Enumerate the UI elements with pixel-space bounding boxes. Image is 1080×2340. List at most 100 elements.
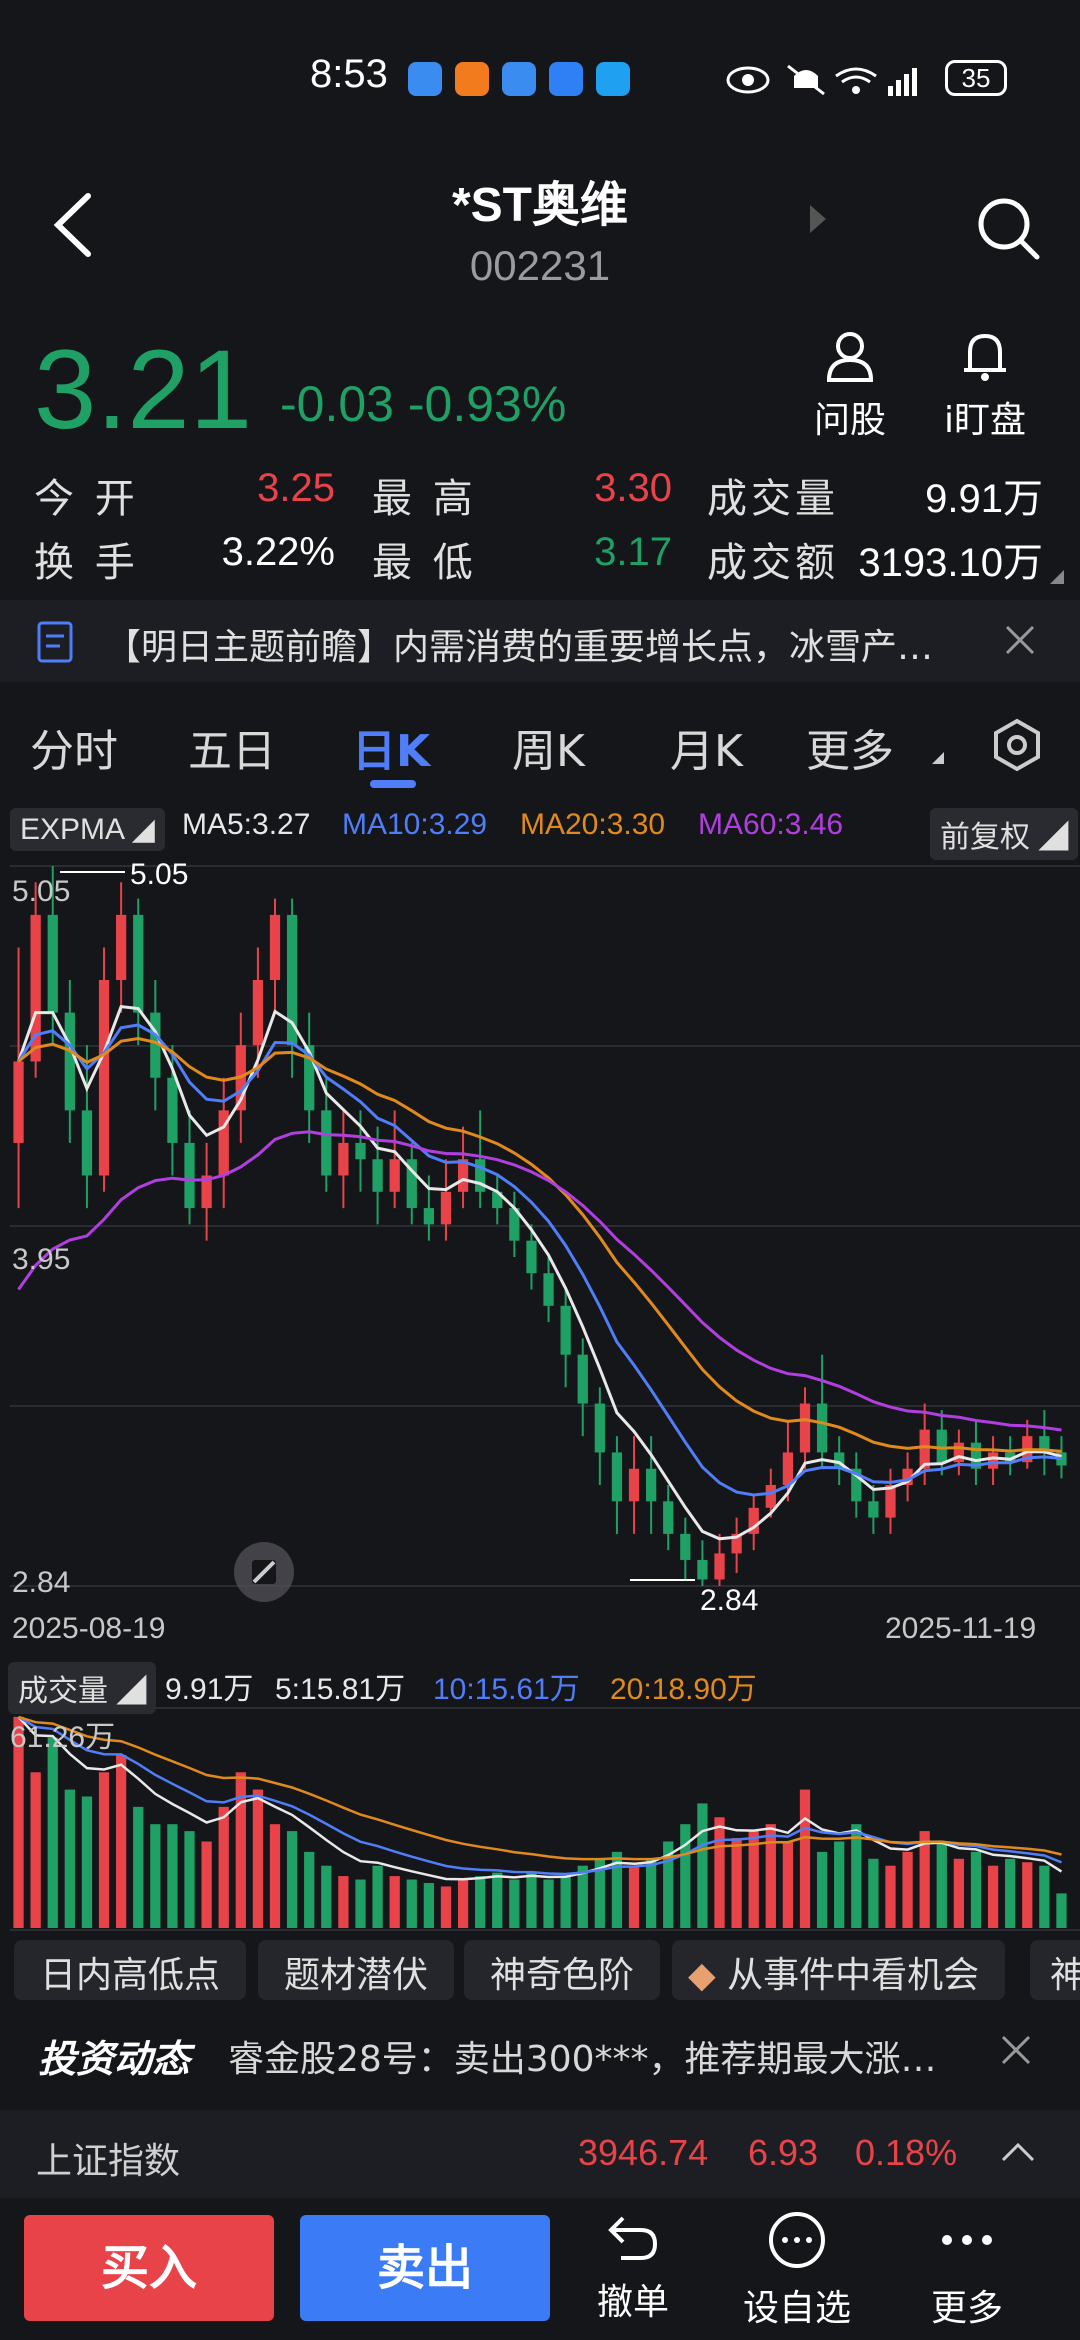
candle-body — [321, 1110, 332, 1176]
tab-five-day[interactable]: 五日 — [188, 715, 276, 779]
volume-chart[interactable] — [0, 1706, 1080, 1934]
volume-bar — [30, 1772, 41, 1928]
cloud-icon — [549, 62, 583, 96]
candle-body — [799, 1403, 811, 1453]
volume-bar — [98, 1772, 110, 1928]
volume-label: 成交量 — [707, 476, 839, 522]
min-marker: 2.84 — [700, 1584, 759, 1617]
search-app-icon — [596, 62, 630, 96]
volume-bar — [902, 1851, 913, 1928]
volume-bar — [201, 1841, 212, 1928]
volume-current: 9.91万 — [165, 1673, 254, 1706]
volume-bar — [167, 1824, 178, 1928]
chevron-up-icon[interactable] — [1000, 2140, 1036, 2164]
candle-body — [98, 980, 110, 1176]
back-icon[interactable] — [50, 190, 96, 260]
draw-tool-icon[interactable] — [232, 1540, 296, 1604]
more-label: 更多 — [930, 2288, 1003, 2329]
document-icon — [37, 621, 73, 663]
tab-more[interactable]: 更多 — [806, 715, 894, 779]
turnover-label: 换 手 — [34, 540, 139, 586]
volume-bar — [47, 1737, 58, 1928]
search-icon[interactable] — [975, 195, 1041, 261]
tab-daily-k[interactable]: 日K — [352, 715, 430, 779]
volume-bar — [423, 1883, 434, 1928]
volume-bar — [885, 1865, 896, 1928]
tab-intraday[interactable]: 分时 — [30, 715, 118, 779]
candle-body — [868, 1501, 879, 1518]
tab-weekly-k[interactable]: 周K — [512, 715, 585, 779]
y-axis-mid: 3.95 — [12, 1243, 71, 1276]
main-indicator-select[interactable]: EXPMA ◢ — [10, 808, 165, 851]
ask-stock-label: 问股 — [813, 400, 886, 441]
candle-body — [663, 1501, 674, 1534]
undo-icon — [608, 2216, 658, 2260]
date-start: 2025-08-19 — [12, 1612, 166, 1645]
close-feed-icon[interactable] — [1000, 2034, 1032, 2066]
candle-body — [782, 1452, 794, 1486]
volume-bar — [953, 1858, 964, 1928]
ask-stock-button[interactable]: 问股 — [805, 330, 895, 443]
candle-body — [646, 1468, 657, 1502]
volume-bar — [338, 1876, 349, 1928]
candle-body — [816, 1403, 828, 1453]
quick-event-opportunity[interactable]: ◆ 从事件中看机会 — [672, 1940, 1006, 2000]
feed-text[interactable]: 睿金股28号：卖出300***，推荐期最大涨… — [228, 2030, 948, 2082]
kline-chart[interactable] — [0, 858, 1080, 1610]
high-label: 最 高 — [372, 476, 477, 522]
expand-icon[interactable] — [1050, 570, 1064, 584]
add-watchlist-label: 设自选 — [742, 2288, 851, 2329]
index-change-pct: 0.18% — [855, 2132, 958, 2173]
more-button[interactable]: 更多 — [892, 2210, 1042, 2331]
tab-monthly-k[interactable]: 月K — [670, 715, 743, 779]
volume-bar — [697, 1803, 708, 1928]
next-stock-icon[interactable] — [810, 205, 826, 233]
candle-body — [133, 914, 144, 1013]
quick-magic-color[interactable]: 神奇色阶 — [464, 1940, 661, 2000]
quick-intraday-high-low[interactable]: 日内高低点 — [14, 1940, 247, 2000]
candle-body — [987, 1452, 999, 1469]
volume-bar — [321, 1865, 332, 1928]
volume-bar — [509, 1879, 520, 1928]
candle-body — [714, 1553, 725, 1580]
candle-body — [355, 1142, 366, 1160]
cancel-order-label: 撤单 — [596, 2282, 669, 2323]
volume-bar — [782, 1841, 794, 1928]
high-value: 3.30 — [594, 466, 672, 510]
app-notification-icon — [502, 62, 536, 96]
candle-body — [594, 1403, 605, 1453]
current-price: 3.21 — [34, 327, 252, 452]
user-icon — [826, 332, 874, 382]
volume-bar — [372, 1865, 383, 1928]
y-axis-min: 2.84 — [12, 1566, 71, 1599]
sell-button[interactable]: 卖出 — [300, 2215, 550, 2321]
volume-bar — [970, 1851, 982, 1928]
volume-ma10: 10:15.61万 — [433, 1673, 580, 1706]
candle-body — [526, 1240, 537, 1274]
volume-bar — [64, 1789, 75, 1928]
ma10-value: MA10:3.29 — [342, 808, 488, 841]
candle-body — [116, 914, 127, 981]
cancel-order-button[interactable]: 撤单 — [558, 2210, 708, 2325]
status-time: 8:53 — [310, 52, 388, 96]
add-watchlist-button[interactable]: 设自选 — [722, 2210, 872, 2331]
news-text[interactable]: 【明日主题前瞻】内需消费的重要增长点，冰雪产… — [105, 618, 965, 670]
turnover-value: 3.22% — [221, 530, 335, 574]
volume-bar — [1056, 1893, 1067, 1928]
candle-body — [440, 1191, 452, 1225]
feed-brand: 投资动态 — [38, 2037, 191, 2081]
quick-more-cut[interactable]: 神 — [1030, 1940, 1080, 2000]
index-value: 3946.74 — [578, 2132, 709, 2173]
close-icon[interactable] — [1004, 624, 1036, 656]
candle-body — [885, 1485, 896, 1518]
more-dots-icon — [942, 2235, 992, 2245]
volume-bar — [355, 1879, 366, 1928]
adjust-select[interactable]: 前复权 ◢ — [930, 808, 1079, 860]
buy-button[interactable]: 买入 — [24, 2215, 274, 2321]
battery-icon: 35 — [945, 60, 1007, 96]
settings-icon[interactable] — [990, 718, 1044, 772]
index-change: 6.93 — [748, 2132, 819, 2173]
volume-bar — [184, 1831, 195, 1928]
quick-theme-ambush[interactable]: 题材潜伏 — [258, 1940, 455, 2000]
watch-alert-button[interactable]: i盯盘 — [940, 330, 1030, 443]
